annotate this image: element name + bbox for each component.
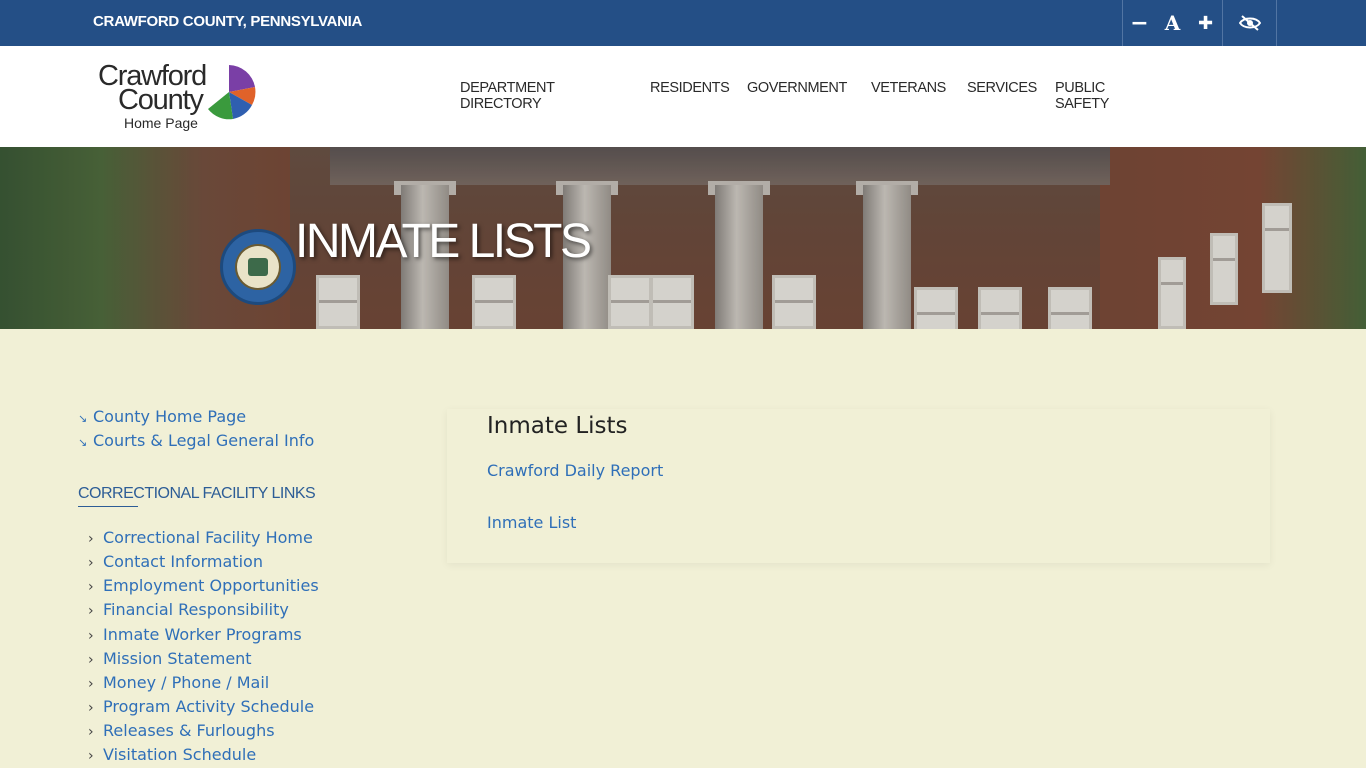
sidebar-top-link-courts[interactable]: ↘ Courts & Legal General Info <box>78 431 314 450</box>
section-underline <box>78 506 138 507</box>
increase-font-button[interactable]: ✚ <box>1189 0 1222 46</box>
chevron-right-icon: › <box>88 555 94 571</box>
content-card: Inmate Lists Crawford Daily Report Inmat… <box>447 409 1270 563</box>
sidebar-link-label: Inmate Worker Programs <box>103 625 302 644</box>
minus-icon: − <box>1130 10 1149 36</box>
chevron-right-icon: › <box>88 579 94 595</box>
sidebar-link-contact[interactable]: › Contact Information <box>88 552 263 571</box>
plus-icon: ✚ <box>1197 12 1214 34</box>
county-label: CRAWFORD COUNTY, PENNSYLVANIA <box>93 13 363 30</box>
site-header: Crawford County Home Page DEPARTMENT DIR… <box>0 46 1366 147</box>
sidebar-link-worker-programs[interactable]: › Inmate Worker Programs <box>88 625 302 644</box>
county-seal-center <box>235 244 281 290</box>
logo-line-3: Home Page <box>124 115 198 131</box>
chevron-right-icon: › <box>88 603 94 619</box>
arrow-down-right-icon: ↘ <box>78 412 88 425</box>
sidebar-link-program-schedule[interactable]: › Program Activity Schedule <box>88 697 314 716</box>
sidebar-link-label: Visitation Schedule <box>103 745 257 764</box>
top-bar: CRAWFORD COUNTY, PENNSYLVANIA − A ✚ <box>0 0 1366 46</box>
sidebar-link-employment[interactable]: › Employment Opportunities <box>88 576 319 595</box>
sidebar-link-releases[interactable]: › Releases & Furloughs <box>88 721 275 740</box>
hero-overlay <box>0 147 1366 329</box>
sidebar-link-mission[interactable]: › Mission Statement <box>88 649 252 668</box>
font-size-button[interactable]: A <box>1156 0 1189 46</box>
sidebar-top-link-label: Courts & Legal General Info <box>93 431 315 450</box>
arrow-down-right-icon: ↘ <box>78 436 88 449</box>
sidebar-top-link-label: County Home Page <box>93 407 247 426</box>
nav-government[interactable]: GOVERNMENT <box>747 80 847 96</box>
nav-services[interactable]: SERVICES <box>967 80 1037 96</box>
nav-veterans[interactable]: VETERANS <box>871 80 946 96</box>
nav-public-safety[interactable]: PUBLIC SAFETY <box>1055 80 1109 112</box>
sidebar-link-financial[interactable]: › Financial Responsibility <box>88 600 289 619</box>
sidebar-top-link-county-home[interactable]: ↘ County Home Page <box>78 407 246 426</box>
sidebar-link-label: Program Activity Schedule <box>103 697 315 716</box>
logo-line-2: County <box>118 84 204 116</box>
font-icon: A <box>1164 11 1181 35</box>
chevron-right-icon: › <box>88 652 94 668</box>
sidebar-link-label: Money / Phone / Mail <box>103 673 270 692</box>
page-hero-title: INMATE LISTS <box>295 215 592 268</box>
chevron-right-icon: › <box>88 676 94 692</box>
sidebar-link-label: Mission Statement <box>103 649 252 668</box>
inmate-list-link[interactable]: Inmate List <box>487 513 576 532</box>
page-title: Inmate Lists <box>487 413 628 439</box>
sidebar-link-visitation[interactable]: › Visitation Schedule <box>88 745 256 764</box>
logo-pie-icon <box>208 65 256 120</box>
sidebar-link-label: Contact Information <box>103 552 263 571</box>
sidebar-link-label: Correctional Facility Home <box>103 528 313 547</box>
chevron-right-icon: › <box>88 748 94 764</box>
chevron-right-icon: › <box>88 724 94 740</box>
sidebar-link-label: Financial Responsibility <box>103 600 289 619</box>
chevron-right-icon: › <box>88 531 94 547</box>
sidebar-link-money-phone-mail[interactable]: › Money / Phone / Mail <box>88 673 269 692</box>
county-logo-link[interactable]: Crawford County Home Page <box>96 62 266 136</box>
nav-residents[interactable]: RESIDENTS <box>650 80 730 96</box>
chevron-right-icon: › <box>88 628 94 644</box>
county-seal-icon <box>220 229 296 305</box>
sidebar-link-label: Releases & Furloughs <box>103 721 275 740</box>
accessibility-button[interactable] <box>1222 0 1277 46</box>
accessibility-toolbar: − A ✚ <box>1122 0 1277 46</box>
crawford-daily-report-link[interactable]: Crawford Daily Report <box>487 461 663 480</box>
hero-banner <box>0 147 1366 329</box>
accessibility-eye-icon <box>1238 15 1261 31</box>
decrease-font-button[interactable]: − <box>1122 0 1156 46</box>
chevron-right-icon: › <box>88 700 94 716</box>
sidebar-link-facility-home[interactable]: › Correctional Facility Home <box>88 528 313 547</box>
sidebar-link-label: Employment Opportunities <box>103 576 319 595</box>
nav-department-directory[interactable]: DEPARTMENT DIRECTORY <box>460 80 555 112</box>
sidebar-section-title: CORRECTIONAL FACILITY LINKS <box>78 485 316 502</box>
